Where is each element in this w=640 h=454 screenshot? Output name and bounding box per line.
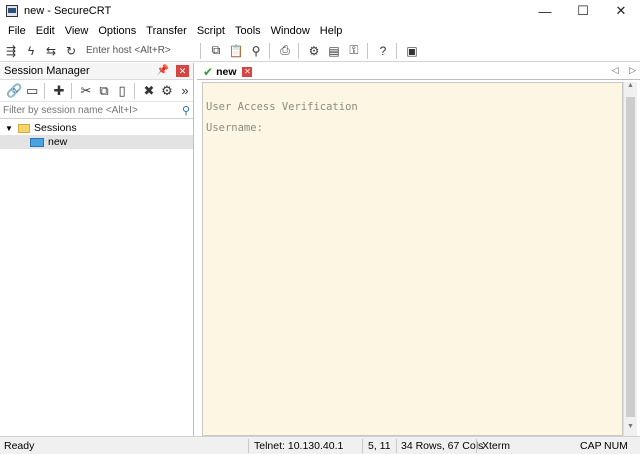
tab-new[interactable]: ✔ new ✕ xyxy=(199,63,259,80)
status-num-lock: NUM xyxy=(604,440,628,452)
window-title: new - SecureCRT xyxy=(24,5,112,17)
menu-script[interactable]: Script xyxy=(197,25,225,37)
tab-navigation: ◁ ▷ xyxy=(604,65,636,76)
toolbar-separator xyxy=(200,42,201,59)
title-bar: new - SecureCRT — ☐ ✕ xyxy=(0,0,640,22)
print-icon[interactable]: ⎙ xyxy=(276,42,294,60)
status-divider xyxy=(248,439,249,453)
menu-help[interactable]: Help xyxy=(320,25,343,37)
menu-file[interactable]: File xyxy=(8,25,26,37)
menu-options[interactable]: Options xyxy=(98,25,136,37)
connected-check-icon: ✔ xyxy=(203,64,214,79)
session-manager-toolbar: 🔗 ▭ ✚ ✂ ⧉ ▯ ✖ ⚙ » xyxy=(0,80,193,102)
new-session-plus-icon[interactable]: ✚ xyxy=(51,82,67,100)
session-monitor-icon xyxy=(30,137,44,147)
more-chevron-icon[interactable]: » xyxy=(177,82,193,100)
session-manager-close-icon[interactable]: ✕ xyxy=(176,65,189,77)
status-connection: Telnet: 10.130.40.1 xyxy=(254,440,344,452)
connect-icon[interactable]: ⇶ xyxy=(2,42,20,60)
session-tab-bar: ✔ new ✕ ◁ ▷ xyxy=(197,63,640,80)
status-bar: Ready Telnet: 10.130.40.1 5, 11 34 Rows,… xyxy=(0,436,640,454)
securecrt-app-icon xyxy=(6,5,18,17)
tree-item-label: new xyxy=(48,136,68,148)
menu-bar: File Edit View Options Transfer Script T… xyxy=(0,22,640,40)
status-terminal-size: 34 Rows, 67 Cols xyxy=(401,440,484,452)
status-divider xyxy=(396,439,397,453)
folder-icon xyxy=(18,123,30,133)
delete-icon[interactable]: ✖ xyxy=(141,82,157,100)
find-icon[interactable]: ⚲ xyxy=(247,42,265,60)
paste-icon[interactable]: 📋 xyxy=(227,42,245,60)
status-divider xyxy=(362,439,363,453)
settings-gear-icon[interactable]: ⚙ xyxy=(305,42,323,60)
tab-close-icon[interactable]: ✕ xyxy=(242,66,253,77)
scroll-down-icon[interactable]: ▼ xyxy=(624,423,637,436)
tab-label: new xyxy=(216,65,237,78)
tree-item-new-session[interactable]: new xyxy=(0,135,193,149)
menu-edit[interactable]: Edit xyxy=(36,25,55,37)
status-caps-lock: CAP xyxy=(580,440,602,452)
tree-item-sessions[interactable]: ▼ Sessions xyxy=(0,121,193,135)
connect-tab-icon[interactable]: ▭ xyxy=(24,82,40,100)
toolbar-separator xyxy=(396,42,397,59)
session-filter: ⚲ xyxy=(0,102,193,119)
session-filter-input[interactable] xyxy=(3,104,173,116)
toolbar-separator xyxy=(298,42,299,59)
pin-icon[interactable]: 📌 xyxy=(157,65,169,76)
status-ready: Ready xyxy=(4,440,35,452)
tab-prev-icon[interactable]: ◁ xyxy=(612,65,619,75)
connect-in-tab-icon[interactable]: ⇆ xyxy=(42,42,60,60)
tab-next-icon[interactable]: ▷ xyxy=(629,65,636,75)
session-manager-title: Session Manager xyxy=(4,65,90,77)
quick-connect-icon[interactable]: ϟ xyxy=(22,42,40,60)
minimize-button[interactable]: — xyxy=(526,0,564,22)
expand-chevron-icon[interactable]: ▼ xyxy=(4,124,14,133)
toolbar-separator xyxy=(44,82,46,99)
scroll-up-icon[interactable]: ▲ xyxy=(624,82,637,95)
status-divider xyxy=(476,439,477,453)
cut-icon[interactable]: ✂ xyxy=(78,82,94,100)
properties-gear-icon[interactable]: ⚙ xyxy=(159,82,175,100)
search-icon[interactable]: ⚲ xyxy=(182,104,190,117)
toolbar-separator xyxy=(71,82,72,99)
terminal-line: User Access Verification xyxy=(206,101,358,113)
paste-session-icon[interactable]: ▯ xyxy=(114,82,130,100)
toolbar-separator xyxy=(269,42,270,59)
terminal-view[interactable]: User Access Verification Username: xyxy=(202,82,623,436)
session-manager-header: Session Manager 📌 ✕ xyxy=(0,63,193,80)
close-button[interactable]: ✕ xyxy=(602,0,640,22)
toolbar-separator xyxy=(134,82,135,99)
keymap-icon[interactable]: ⚿ xyxy=(345,42,363,60)
main-toolbar: ⇶ ϟ ⇆ ↻ Enter host <Alt+R> ⧉ 📋 ⚲ ⎙ ⚙ ▤ ⚿… xyxy=(0,40,640,62)
reconnect-icon[interactable]: ↻ xyxy=(62,42,80,60)
menu-window[interactable]: Window xyxy=(271,25,310,37)
maximize-button[interactable]: ☐ xyxy=(564,0,602,22)
quick-connect-field[interactable]: Enter host <Alt+R> xyxy=(86,45,196,56)
session-manager-panel: Session Manager 📌 ✕ 🔗 ▭ ✚ ✂ ⧉ ▯ ✖ ⚙ » ⚲ … xyxy=(0,63,194,436)
global-options-icon[interactable]: ▤ xyxy=(325,42,343,60)
menu-view[interactable]: View xyxy=(65,25,89,37)
menu-tools[interactable]: Tools xyxy=(235,25,261,37)
copy-session-icon[interactable]: ⧉ xyxy=(96,82,112,100)
scrollbar-thumb[interactable] xyxy=(626,97,635,417)
terminal-line: Username: xyxy=(206,122,263,134)
tree-item-label: Sessions xyxy=(34,122,77,134)
session-tree: ▼ Sessions new xyxy=(0,119,193,149)
status-cursor-position: 5, 11 xyxy=(368,440,391,452)
sftp-icon[interactable]: ▣ xyxy=(403,42,421,60)
window-controls: — ☐ ✕ xyxy=(526,0,640,22)
menu-transfer[interactable]: Transfer xyxy=(146,25,187,37)
status-terminal-type: Xterm xyxy=(482,440,511,452)
link-icon[interactable]: 🔗 xyxy=(6,82,22,100)
help-icon[interactable]: ? xyxy=(374,42,392,60)
terminal-scrollbar[interactable]: ▲ ▼ xyxy=(623,82,637,436)
copy-icon[interactable]: ⧉ xyxy=(207,42,225,60)
toolbar-separator xyxy=(367,42,368,59)
